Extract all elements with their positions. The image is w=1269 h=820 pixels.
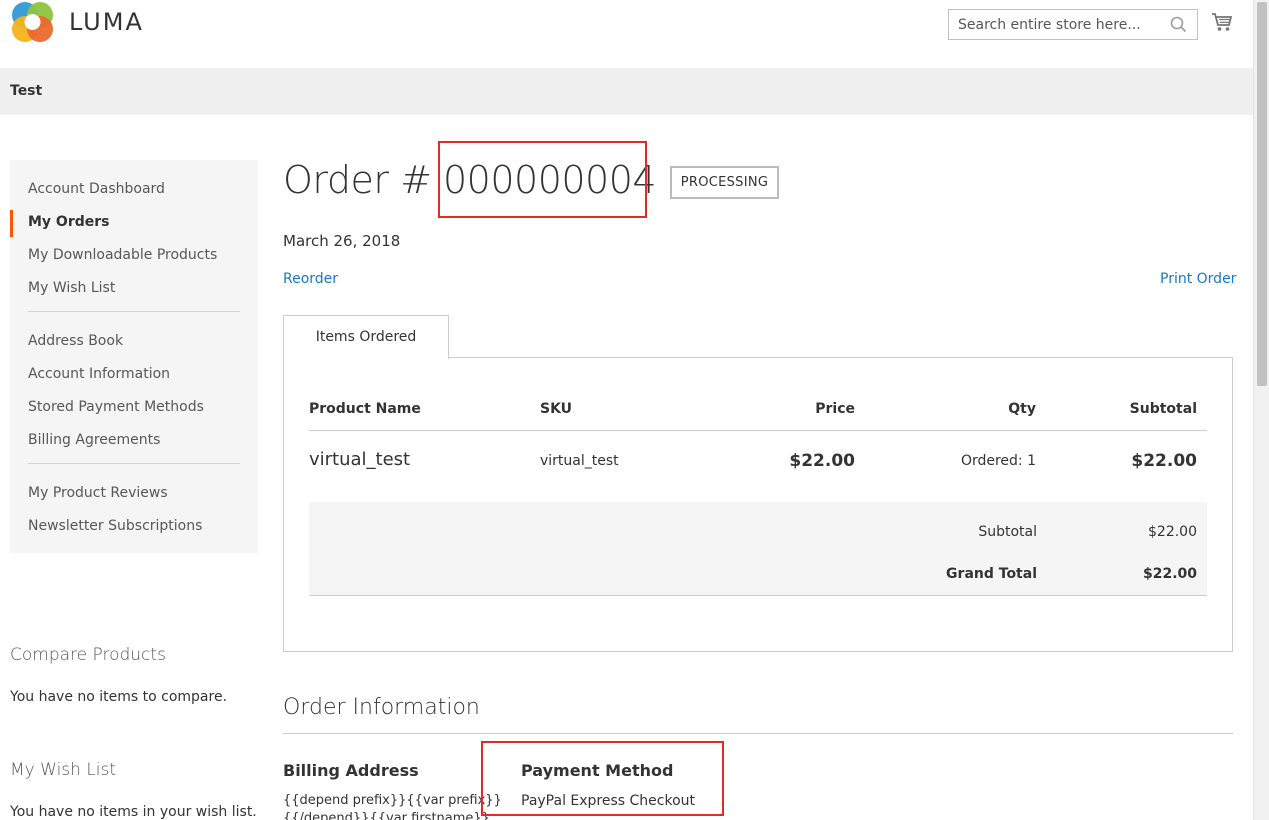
column-header-qty: Qty (1008, 401, 1036, 417)
sidebar-divider (28, 463, 240, 464)
product-name: virtual_test (309, 449, 411, 470)
sidebar-item-my-product-reviews[interactable]: My Product Reviews (10, 481, 258, 514)
order-information-divider (283, 733, 1233, 734)
page-scrollbar[interactable] (1253, 0, 1269, 820)
table-header-divider (309, 430, 1207, 431)
store-logo[interactable]: LUMA (10, 0, 144, 45)
sidebar-item-newsletter-subscriptions[interactable]: Newsletter Subscriptions (10, 514, 258, 547)
column-header-sku: SKU (540, 401, 573, 417)
column-header-product-name: Product Name (309, 401, 421, 417)
grand-total-value: $22.00 (1142, 566, 1197, 582)
logo-text: LUMA (69, 7, 144, 36)
wishlist-title: My Wish List (10, 760, 117, 780)
order-totals (309, 502, 1207, 596)
product-price: $22.00 (789, 451, 855, 471)
sidebar-item-address-book[interactable]: Address Book (10, 329, 258, 362)
sidebar-item-billing-agreements[interactable]: Billing Agreements (10, 428, 258, 461)
sidebar-item-my-orders[interactable]: My Orders (10, 210, 258, 243)
account-sidebar: Account Dashboard My Orders My Downloada… (10, 160, 258, 553)
payment-method-title: Payment Method (521, 761, 674, 780)
tab-items-ordered[interactable]: Items Ordered (283, 315, 449, 359)
luma-logo-icon (12, 2, 53, 42)
payment-method-value: PayPal Express Checkout (521, 793, 696, 809)
order-date: March 26, 2018 (283, 232, 401, 250)
sidebar-item-stored-payment-methods[interactable]: Stored Payment Methods (10, 395, 258, 428)
header: LUMA (0, 0, 1253, 68)
order-title: Order # 000000004 (283, 158, 657, 202)
subtotal-label: Subtotal (978, 524, 1037, 540)
page-title: Test (10, 83, 43, 99)
sidebar-item-my-downloadable-products[interactable]: My Downloadable Products (10, 243, 258, 276)
compare-products-title: Compare Products (10, 645, 166, 665)
subtotal-value: $22.00 (1148, 524, 1197, 540)
order-title-prefix: Order # (283, 158, 443, 202)
product-qty: Ordered: 1 (960, 453, 1036, 469)
sidebar-item-my-wish-list[interactable]: My Wish List (10, 276, 258, 309)
compare-products-empty: You have no items to compare. (10, 689, 228, 705)
grand-total-label: Grand Total (946, 566, 1037, 582)
reorder-link[interactable]: Reorder (283, 271, 338, 287)
search-icon[interactable] (1170, 16, 1187, 33)
status-badge: PROCESSING (670, 166, 779, 199)
search-box (948, 9, 1198, 40)
order-number: 000000004 (443, 158, 657, 202)
sidebar-item-account-information[interactable]: Account Information (10, 362, 258, 395)
billing-address-line: {{depend prefix}}{{var prefix}} (283, 793, 502, 808)
sidebar-item-account-dashboard[interactable]: Account Dashboard (10, 177, 258, 210)
page-title-bar: Test (0, 68, 1253, 115)
order-information-title: Order Information (283, 695, 480, 720)
billing-address-line: {{/depend}}{{var firstname}} (283, 811, 490, 820)
wishlist-empty: You have no items in your wish list. (10, 804, 257, 820)
product-subtotal: $22.00 (1131, 451, 1197, 471)
column-header-subtotal: Subtotal (1129, 401, 1197, 417)
product-sku: virtual_test (540, 453, 619, 469)
billing-address-title: Billing Address (283, 761, 419, 780)
column-header-price: Price (815, 401, 855, 417)
cart-icon[interactable] (1211, 12, 1233, 32)
search-input[interactable] (949, 10, 1164, 39)
sidebar-divider (28, 311, 240, 312)
scrollbar-thumb[interactable] (1257, 2, 1267, 386)
print-order-link[interactable]: Print Order (1160, 271, 1236, 287)
